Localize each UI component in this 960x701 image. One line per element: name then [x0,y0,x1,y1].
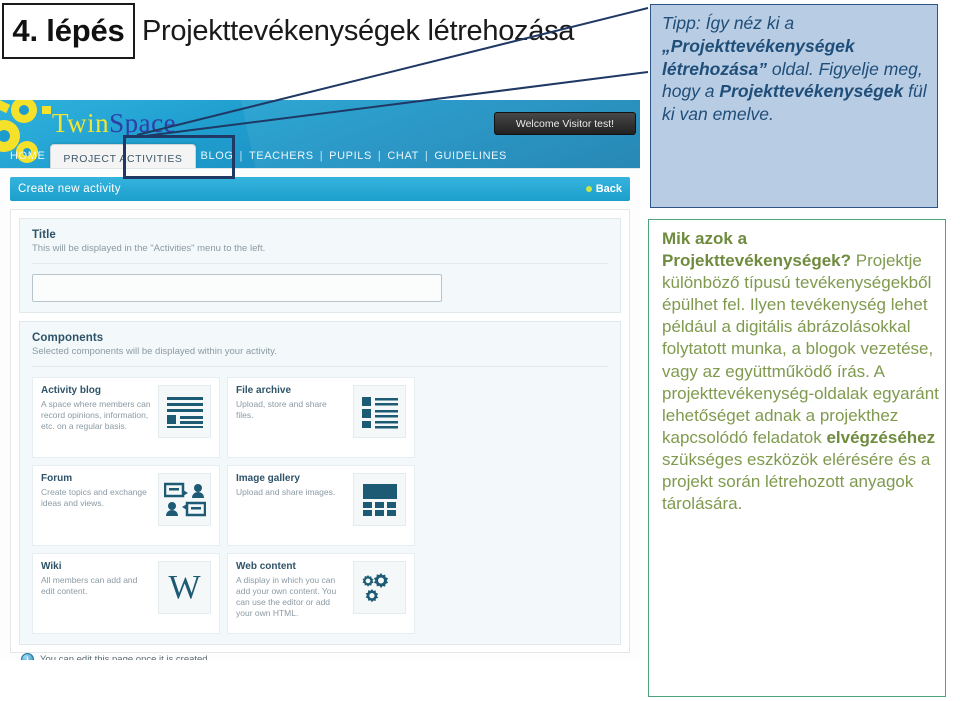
back-button[interactable]: Back [585,183,622,195]
forum-chat-icon [158,473,211,526]
edit-note-text: You can edit this page once it is create… [40,654,211,660]
card-name: Activity blog [41,385,102,396]
slide-root: 4. lépés Projekttevékenységek létrehozás… [0,0,960,701]
page-subbar: Create new activity Back [10,177,630,201]
brand-part-1: Twin [52,108,110,138]
card-name: Web content [236,561,296,572]
card-desc: A space where members can record opinion… [41,399,151,431]
tip-callout-box: Tipp: Így néz ki a „Projekttevékenységek… [650,4,938,208]
twinspace-screenshot: TwinSpace Welcome Visitor test! HOME PRO… [0,100,640,660]
card-desc: Upload and share images. [236,487,336,497]
info-panel-body-2: szükséges eszközök elérésére és a projek… [662,449,931,514]
card-desc: Upload, store and share files. [236,399,327,420]
info-icon: i [21,653,34,660]
title-input[interactable] [32,274,442,302]
title-panel: Title This will be displayed in the "Act… [19,218,621,313]
file-list-icon [353,385,406,438]
nav-item-home[interactable]: HOME [5,150,50,162]
card-name: Image gallery [236,473,300,484]
nav-item-guidelines[interactable]: GUIDELINES [429,150,512,162]
card-desc: A display in which you can add your own … [236,575,337,618]
welcome-badge[interactable]: Welcome Visitor test! [494,112,636,135]
nav-separator: | [377,150,382,162]
component-card-grid: Activity blog A space where members can … [32,377,608,634]
nav-item-pupils[interactable]: PUPILS [324,150,377,162]
back-label: Back [595,183,622,195]
info-panel-question: Mik azok a Projekttevékenységek? [662,229,851,271]
nav-tab-highlight-box [123,135,235,179]
brand-part-2: Space [109,108,177,138]
twinspace-nav: HOME PROJECT ACTIVITIES BLOG | TEACHERS … [0,143,640,168]
card-name: Forum [41,473,73,484]
component-card-forum[interactable]: Forum Create topics and exchange ideas a… [32,465,220,546]
title-subtext: This will be displayed in the "Activitie… [32,243,266,254]
nav-item-teachers[interactable]: TEACHERS [244,150,319,162]
component-card-wiki[interactable]: Wiki All members can add and edit conten… [32,553,220,634]
info-panel-bold: elvégzéséhez [826,427,936,447]
step-badge: 4. lépés [2,3,135,59]
card-name: Wiki [41,561,62,572]
blog-lines-icon [158,385,211,438]
divider [32,263,608,264]
title-heading: Title [32,229,56,241]
subbar-title: Create new activity [18,183,121,195]
component-card-web-content[interactable]: Web content A display in which you can a… [227,553,415,634]
card-desc: All members can add and edit content. [41,575,138,596]
divider [32,366,608,367]
gears-icon [353,561,406,614]
tip-line-1: Tipp: Így néz ki a [662,13,795,33]
nav-separator: | [319,150,324,162]
components-panel: Components Selected components will be d… [19,321,621,645]
gallery-grid-icon [353,473,406,526]
back-dot-icon [585,186,592,192]
component-card-activity-blog[interactable]: Activity blog A space where members can … [32,377,220,458]
card-name: File archive [236,385,292,396]
twinspace-banner: TwinSpace Welcome Visitor test! HOME PRO… [0,100,640,168]
component-card-file-archive[interactable]: File archive Upload, store and share fil… [227,377,415,458]
components-subtext: Selected components will be displayed wi… [32,346,277,357]
page-title: Projekttevékenységek létrehozása [142,14,575,47]
info-panel-body-1: Projektje különböző típusú tevékenységek… [662,251,939,447]
nav-item-chat[interactable]: CHAT [382,150,424,162]
wiki-w-icon: W [158,561,211,614]
activity-form: Title This will be displayed in the "Act… [10,209,630,660]
nav-separator: | [424,150,429,162]
info-panel: Mik azok a Projekttevékenységek? Projekt… [648,219,946,697]
card-desc: Create topics and exchange ideas and vie… [41,487,147,508]
edit-note: i You can edit this page once it is crea… [21,653,621,660]
twinspace-page: Create new activity Back Title This will… [0,168,640,660]
component-card-image-gallery[interactable]: Image gallery Upload and share images. [227,465,415,546]
components-heading: Components [32,332,104,344]
tip-bold-2: Projekttevékenységek [719,81,904,102]
